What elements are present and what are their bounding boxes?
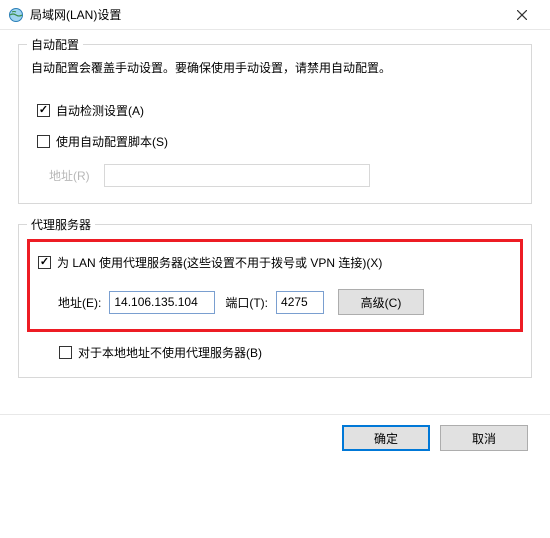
bypass-local-row[interactable]: 对于本地地址不使用代理服务器(B) <box>59 344 519 361</box>
bypass-local-checkbox[interactable] <box>59 346 72 359</box>
use-script-row[interactable]: 使用自动配置脚本(S) <box>37 133 519 150</box>
titlebar: 局域网(LAN)设置 <box>0 0 550 30</box>
content-area: 自动配置 自动配置会覆盖手动设置。要确保使用手动设置，请禁用自动配置。 自动检测… <box>0 30 550 408</box>
bypass-local-label: 对于本地地址不使用代理服务器(B) <box>78 344 262 361</box>
proxy-address-label: 地址(E): <box>58 294 101 311</box>
auto-config-title: 自动配置 <box>27 36 83 53</box>
close-button[interactable] <box>502 1 542 29</box>
auto-detect-checkbox[interactable] <box>37 104 50 117</box>
proxy-address-input[interactable] <box>109 291 215 314</box>
auto-config-description: 自动配置会覆盖手动设置。要确保使用手动设置，请禁用自动配置。 <box>31 59 519 78</box>
proxy-title: 代理服务器 <box>27 216 95 233</box>
window-title: 局域网(LAN)设置 <box>30 6 502 23</box>
globe-icon <box>8 7 24 23</box>
proxy-address-row: 地址(E): 端口(T): 高级(C) <box>58 289 512 315</box>
use-proxy-row[interactable]: 为 LAN 使用代理服务器(这些设置不用于拨号或 VPN 连接)(X) <box>38 254 512 271</box>
script-address-row: 地址(R) <box>49 164 519 187</box>
script-address-input <box>104 164 370 187</box>
highlight-box: 为 LAN 使用代理服务器(这些设置不用于拨号或 VPN 连接)(X) 地址(E… <box>27 239 523 332</box>
auto-detect-label: 自动检测设置(A) <box>56 102 144 119</box>
cancel-button[interactable]: 取消 <box>440 425 528 451</box>
proxy-port-label: 端口(T): <box>225 294 268 311</box>
use-proxy-label: 为 LAN 使用代理服务器(这些设置不用于拨号或 VPN 连接)(X) <box>57 254 382 271</box>
advanced-button[interactable]: 高级(C) <box>338 289 424 315</box>
auto-detect-row[interactable]: 自动检测设置(A) <box>37 102 519 119</box>
ok-button[interactable]: 确定 <box>342 425 430 451</box>
use-proxy-checkbox[interactable] <box>38 256 51 269</box>
auto-config-group: 自动配置 自动配置会覆盖手动设置。要确保使用手动设置，请禁用自动配置。 自动检测… <box>18 44 532 204</box>
proxy-port-input[interactable] <box>276 291 324 314</box>
dialog-footer: 确定 取消 <box>0 414 550 451</box>
use-script-label: 使用自动配置脚本(S) <box>56 133 168 150</box>
script-address-label: 地址(R) <box>49 167 90 184</box>
proxy-group: 代理服务器 为 LAN 使用代理服务器(这些设置不用于拨号或 VPN 连接)(X… <box>18 224 532 378</box>
use-script-checkbox[interactable] <box>37 135 50 148</box>
